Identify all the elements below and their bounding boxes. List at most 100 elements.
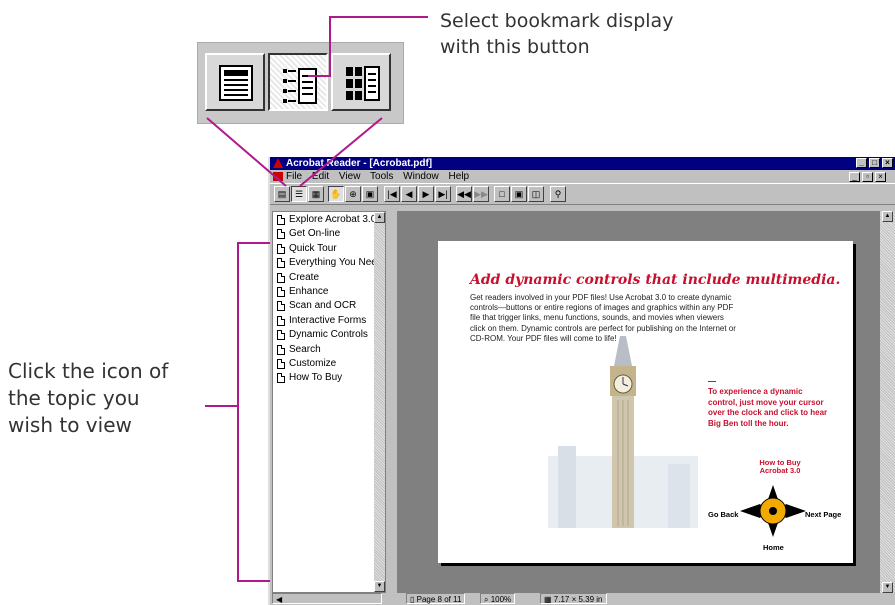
zoom-level: 100%: [490, 595, 512, 604]
bookmark-page-icon[interactable]: [277, 344, 285, 355]
home-link[interactable]: Home: [763, 543, 784, 552]
bookmark-page-icon[interactable]: [277, 330, 285, 341]
bookmark-page-icon[interactable]: [277, 358, 285, 369]
bookmark-item[interactable]: Create: [273, 271, 385, 285]
bookmark-page-icon[interactable]: [277, 286, 285, 297]
bookmark-item[interactable]: Customize: [273, 357, 385, 371]
bookmark-item[interactable]: Everything You Need: [273, 256, 385, 270]
thumbnails-and-page-zoom-button[interactable]: [331, 53, 391, 111]
doc-close-button[interactable]: ×: [875, 172, 886, 182]
bookmark-item[interactable]: Scan and OCR: [273, 299, 385, 313]
bookmark-label: Explore Acrobat 3.0: [289, 214, 377, 225]
bookmark-item[interactable]: Quick Tour: [273, 242, 385, 256]
bookmark-item[interactable]: How To Buy: [273, 371, 385, 385]
menu-tools[interactable]: Tools: [370, 171, 393, 182]
document-icon[interactable]: [273, 172, 283, 181]
bracket-left: [237, 242, 270, 582]
callout-click-icon: Click the icon of the topic you wish to …: [8, 358, 208, 439]
bookmark-page-icon[interactable]: [277, 243, 285, 254]
window-title: Acrobat Reader - [Acrobat.pdf]: [286, 158, 433, 169]
bookmark-label: Enhance: [289, 285, 329, 297]
minimize-button[interactable]: _: [856, 158, 867, 168]
page-heading: Add dynamic controls that include multim…: [470, 272, 841, 288]
bookmarks-page-icon: [283, 68, 317, 104]
actual-size-button[interactable]: □: [494, 186, 510, 202]
first-page-button[interactable]: |◀: [384, 186, 400, 202]
bookmark-label: Scan and OCR: [289, 300, 357, 312]
bookmark-page-icon[interactable]: [277, 301, 285, 312]
callout-left-line2: the topic you: [8, 386, 140, 410]
thumbnails-button[interactable]: ▦: [308, 186, 324, 202]
magnified-view-buttons: [197, 42, 404, 124]
bookmarks-and-page-zoom-button[interactable]: [268, 53, 328, 111]
page-readout[interactable]: ▯ Page 8 of 11: [406, 593, 466, 604]
bookmark-label: How To Buy: [289, 372, 343, 384]
menu-edit[interactable]: Edit: [312, 171, 329, 182]
bookmark-label: Customize: [289, 357, 337, 369]
bookmark-item[interactable]: Dynamic Controls: [273, 328, 385, 342]
page-number: Page 8 of 11: [416, 595, 462, 604]
last-page-button[interactable]: ▶|: [435, 186, 451, 202]
bookmark-page-icon[interactable]: [277, 373, 285, 384]
page-only-button[interactable]: ▤: [274, 186, 290, 202]
next-page-button[interactable]: ▶: [418, 186, 434, 202]
zoom-tool-icon[interactable]: ⊕: [345, 186, 361, 202]
find-binoculars-icon[interactable]: ⚲: [550, 186, 566, 202]
bookmark-item[interactable]: Interactive Forms: [273, 314, 385, 328]
doc-minimize-button[interactable]: _: [849, 172, 860, 182]
title-bar: Acrobat Reader - [Acrobat.pdf] _ □ ×: [270, 157, 895, 170]
bookmark-label: Create: [289, 271, 320, 283]
bookmark-label: Quick Tour: [289, 242, 337, 254]
bookmark-hscroll[interactable]: ◀: [272, 593, 382, 604]
toolbar: ▤ ☰ ▦ ✋ ⊕ ▣ |◀ ◀ ▶ ▶| ◀◀ ▶▶ □ ▣ ◫ ⚲: [270, 183, 895, 205]
menu-help[interactable]: Help: [449, 171, 470, 182]
thumbnails-page-icon: [346, 66, 380, 101]
acrobat-reader-window: Acrobat Reader - [Acrobat.pdf] _ □ × Fil…: [268, 157, 895, 605]
zoom-readout[interactable]: ⌕ 100%: [480, 593, 516, 604]
page-side-note: To experience a dynamic control, just mo…: [708, 380, 828, 428]
maximize-button[interactable]: □: [869, 158, 880, 168]
fit-width-button[interactable]: ◫: [528, 186, 544, 202]
bookmark-page-icon[interactable]: [277, 215, 285, 225]
hand-tool-icon[interactable]: ✋: [328, 186, 344, 202]
callout-left-line3: wish to view: [8, 413, 132, 437]
doc-scroll-down-arrow-icon[interactable]: ▼: [882, 582, 893, 593]
menu-file[interactable]: File: [286, 171, 302, 182]
page-only-zoom-button[interactable]: [205, 53, 265, 111]
how-to-buy-link[interactable]: How to Buy Acrobat 3.0: [750, 459, 810, 475]
bookmark-page-icon[interactable]: [277, 258, 285, 269]
bookmark-scrollbar[interactable]: ▲ ▼: [374, 212, 385, 592]
pane-splitter[interactable]: [388, 211, 397, 593]
doc-scroll-up-arrow-icon[interactable]: ▲: [882, 211, 893, 222]
go-back-link[interactable]: Go Back: [708, 510, 738, 519]
fit-page-button[interactable]: ▣: [511, 186, 527, 202]
select-text-icon[interactable]: ▣: [362, 186, 378, 202]
menu-window[interactable]: Window: [403, 171, 439, 182]
callout-top-line2: with this button: [440, 36, 590, 58]
bookmark-label: Interactive Forms: [289, 314, 367, 326]
next-page-link[interactable]: Next Page: [805, 510, 841, 519]
scroll-down-arrow-icon[interactable]: ▼: [374, 581, 385, 592]
compass-navigation-icon[interactable]: [738, 483, 808, 539]
callout-left-line1: Click the icon of: [8, 359, 169, 383]
bookmarks-button[interactable]: ☰: [291, 186, 307, 202]
go-forward-button[interactable]: ▶▶: [473, 186, 489, 202]
bookmark-item[interactable]: Explore Acrobat 3.0: [273, 213, 385, 227]
acrobat-app-icon: [273, 158, 283, 168]
close-button[interactable]: ×: [882, 158, 893, 168]
menu-bar: File Edit View Tools Window Help _ ▫ ×: [270, 170, 895, 183]
bookmark-item[interactable]: Enhance: [273, 285, 385, 299]
bookmark-page-icon[interactable]: [277, 272, 285, 283]
menu-view[interactable]: View: [339, 171, 361, 182]
go-back-button[interactable]: ◀◀: [456, 186, 472, 202]
doc-restore-button[interactable]: ▫: [862, 172, 873, 182]
bookmark-page-icon[interactable]: [277, 315, 285, 326]
bookmark-item[interactable]: Search: [273, 343, 385, 357]
previous-page-button[interactable]: ◀: [401, 186, 417, 202]
bookmark-item[interactable]: Get On-line: [273, 227, 385, 241]
scroll-up-arrow-icon[interactable]: ▲: [374, 212, 385, 223]
bookmark-page-icon[interactable]: [277, 229, 285, 240]
document-scrollbar[interactable]: ▲ ▼: [880, 211, 895, 593]
big-ben-clock-image[interactable]: [548, 336, 698, 528]
page-size-readout: ▦ 7.17 × 5.39 in: [540, 593, 607, 604]
